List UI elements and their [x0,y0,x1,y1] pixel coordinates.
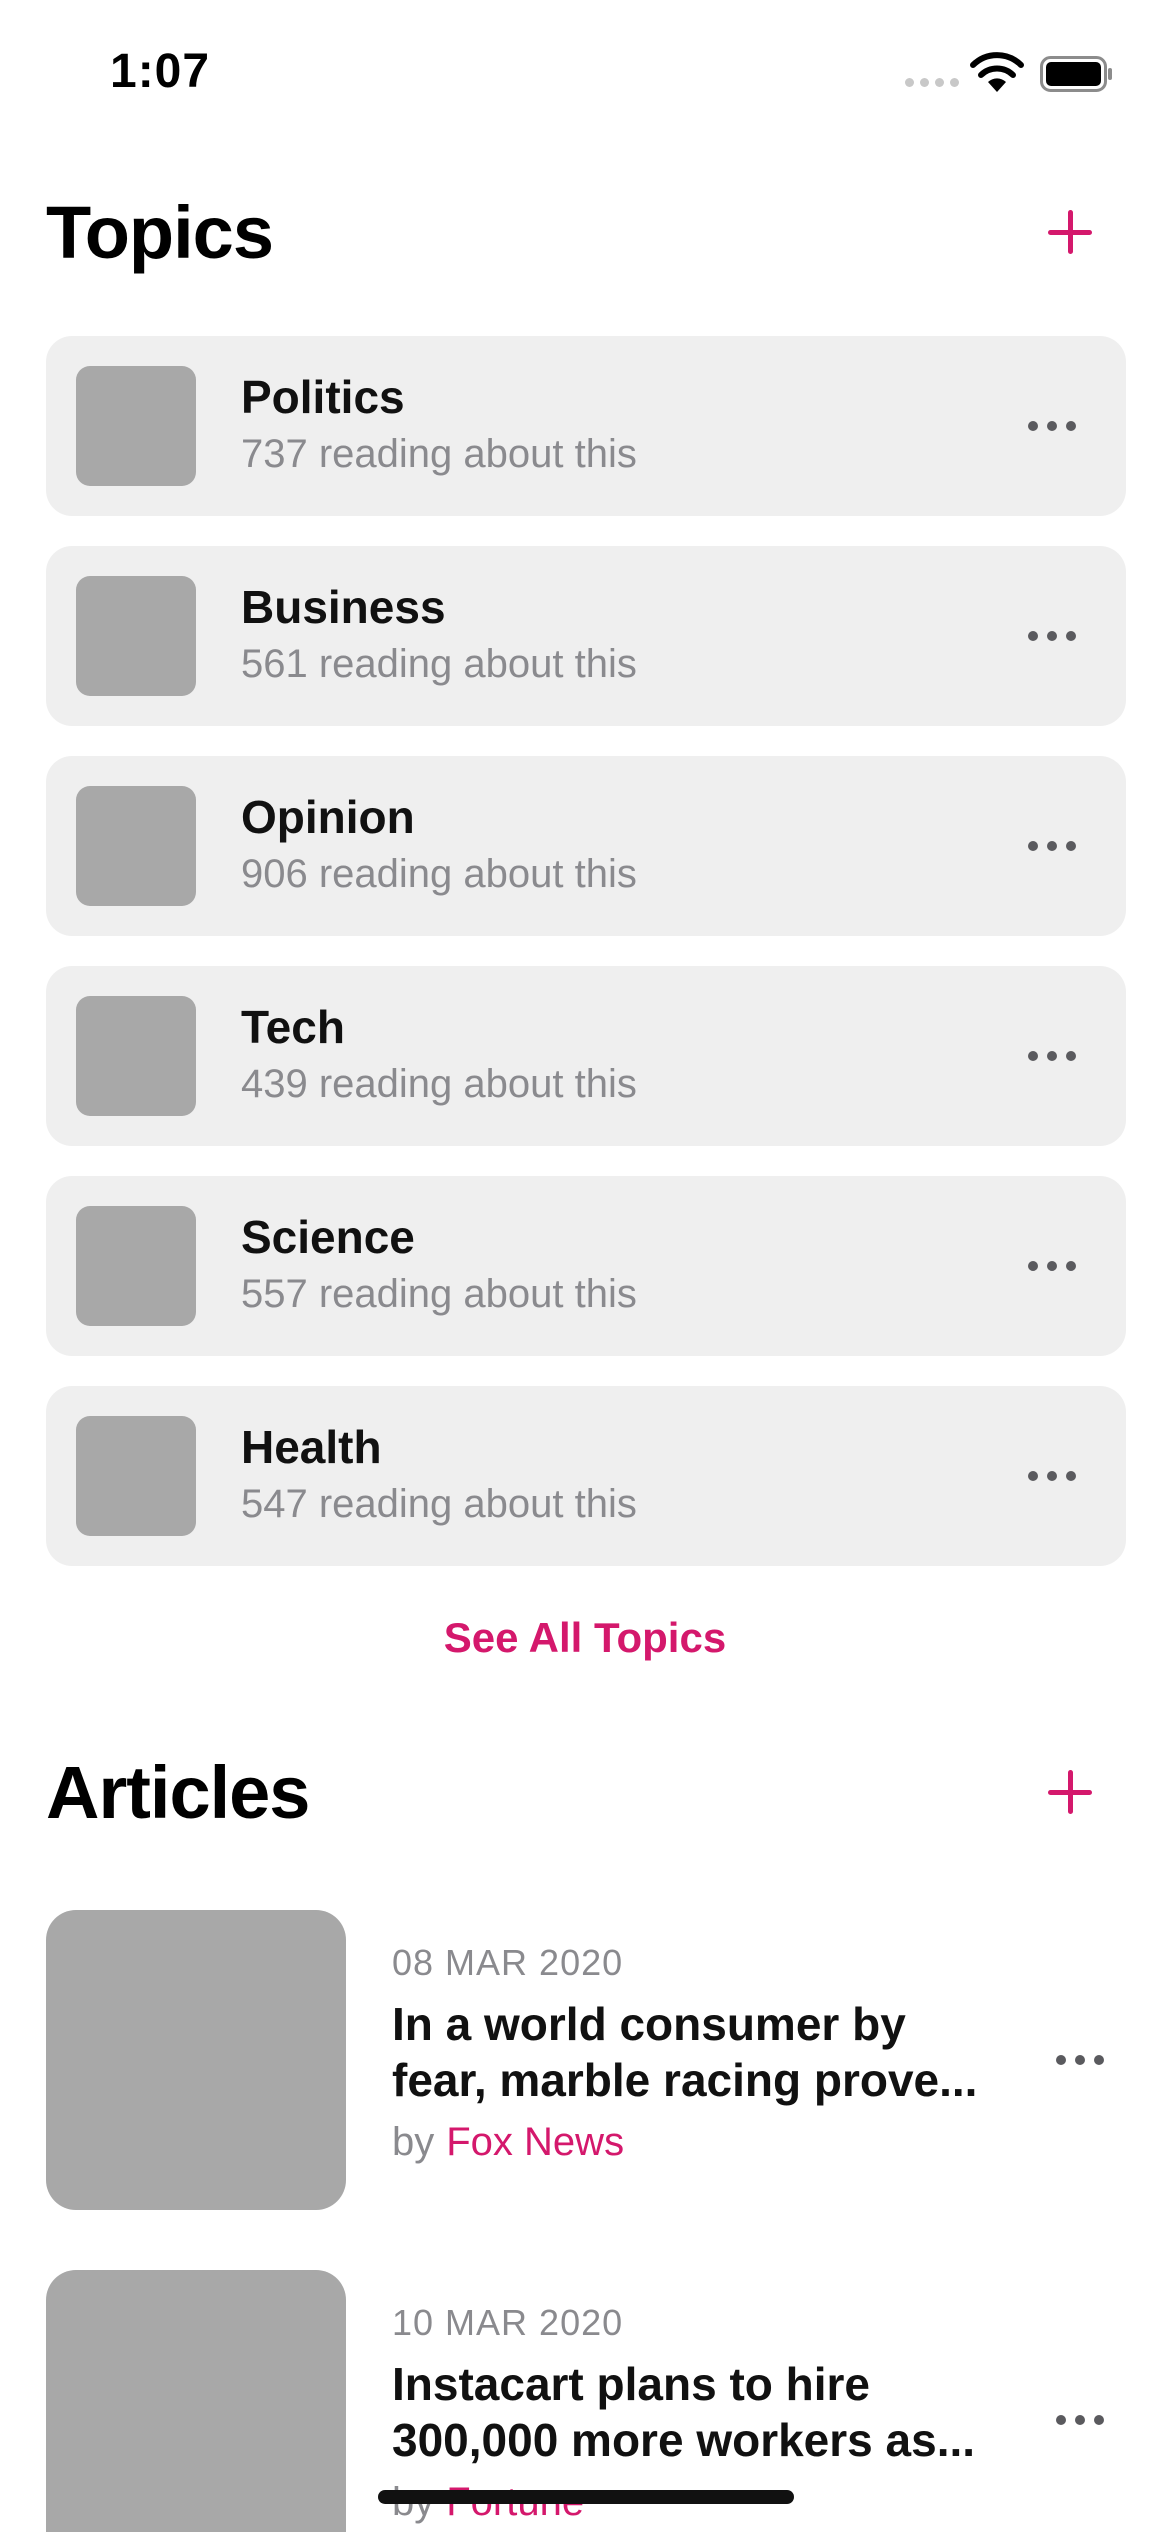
topic-name: Politics [241,371,405,423]
status-time: 1:07 [110,45,211,98]
article-title-line: In a world consumer by [392,1998,906,2050]
topic-name: Science [241,1211,415,1263]
topic-thumbnail [76,576,196,696]
more-ellipsis-icon[interactable] [1028,1471,1076,1481]
article-byline: by Fox News [392,2120,624,2165]
more-ellipsis-icon[interactable] [1028,841,1076,851]
add-topic-plus-icon[interactable] [1048,210,1092,254]
topic-thumbnail [76,1206,196,1326]
article-thumbnail [46,2270,346,2532]
topic-card-opinion[interactable]: Opinion 906 reading about this [46,756,1126,936]
topic-name: Health [241,1421,382,1473]
more-ellipsis-icon[interactable] [1056,2415,1104,2425]
article-title: In a world consumer by fear, marble raci… [392,1996,1032,2108]
screen: 1:07 Topics Politics 737 reading about t… [0,0,1170,2532]
article-source-link[interactable]: Fox News [446,2120,624,2164]
more-ellipsis-icon[interactable] [1028,1261,1076,1271]
topic-card-tech[interactable]: Tech 439 reading about this [46,966,1126,1146]
wifi-icon [970,52,1024,92]
article-thumbnail [46,1910,346,2210]
topic-card-business[interactable]: Business 561 reading about this [46,546,1126,726]
topic-name: Tech [241,1001,345,1053]
more-ellipsis-icon[interactable] [1028,631,1076,641]
topic-name: Business [241,581,446,633]
more-ellipsis-icon[interactable] [1028,1051,1076,1061]
topics-title: Topics [46,191,274,274]
article-title-line: fear, marble racing prove... [392,2054,978,2106]
topic-reader-count: 547 reading about this [241,1482,637,1526]
battery-icon [1040,56,1112,92]
topic-card-science[interactable]: Science 557 reading about this [46,1176,1126,1356]
topic-name: Opinion [241,791,415,843]
article-item[interactable]: 08 MAR 2020 In a world consumer by fear,… [46,1910,1126,2210]
topic-thumbnail [76,996,196,1116]
see-all-topics-link[interactable]: See All Topics [0,1614,1170,1662]
byline-prefix: by [392,2120,435,2164]
article-date: 08 MAR 2020 [392,1942,624,1983]
topic-reader-count: 906 reading about this [241,852,637,896]
topic-reader-count: 439 reading about this [241,1062,637,1106]
more-ellipsis-icon[interactable] [1056,2055,1104,2065]
topic-reader-count: 557 reading about this [241,1272,637,1316]
topic-reader-count: 737 reading about this [241,432,637,476]
home-indicator[interactable] [378,2490,794,2504]
topic-thumbnail [76,1416,196,1536]
cellular-signal-icon [905,78,959,87]
articles-title: Articles [46,1751,310,1834]
status-bar: 1:07 [0,0,1170,150]
add-article-plus-icon[interactable] [1048,1770,1092,1814]
topic-reader-count: 561 reading about this [241,642,637,686]
article-title-line: Instacart plans to hire [392,2358,871,2410]
article-title: Instacart plans to hire 300,000 more wor… [392,2356,1032,2468]
topic-thumbnail [76,786,196,906]
topic-card-politics[interactable]: Politics 737 reading about this [46,336,1126,516]
article-date: 10 MAR 2020 [392,2302,624,2343]
topic-card-health[interactable]: Health 547 reading about this [46,1386,1126,1566]
topic-list: Politics 737 reading about this Business… [46,336,1126,1596]
topic-thumbnail [76,366,196,486]
article-title-line: 300,000 more workers as... [392,2414,976,2466]
more-ellipsis-icon[interactable] [1028,421,1076,431]
